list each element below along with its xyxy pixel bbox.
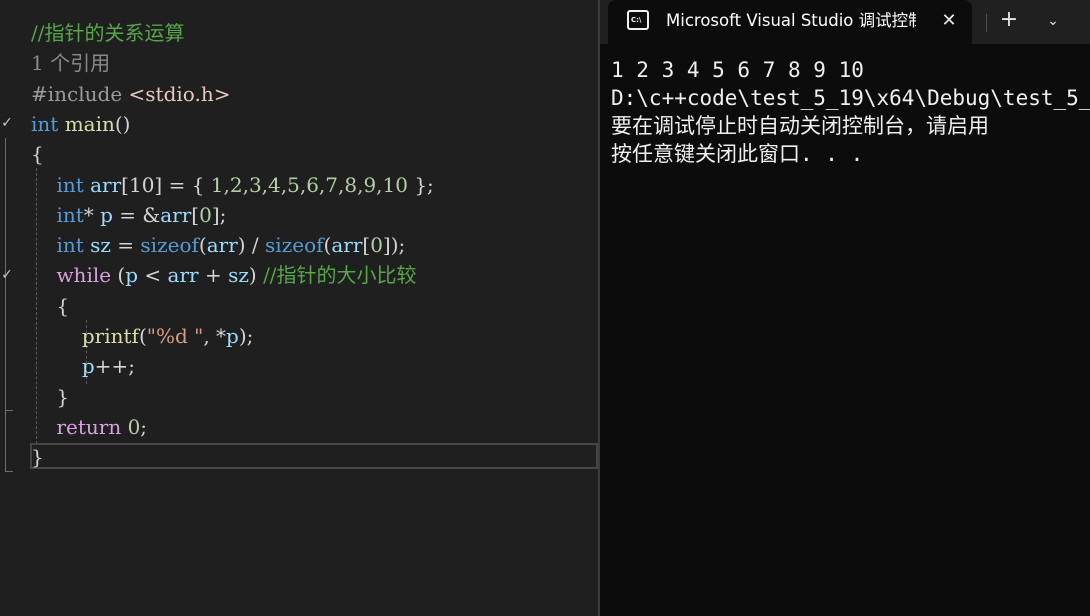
console-output-line: 要在调试停止时自动关闭控制台，请启用: [611, 114, 989, 138]
code-token: ];: [211, 202, 227, 227]
code-token: , *: [203, 324, 227, 348]
code-token: (: [138, 324, 147, 348]
code-token: };: [407, 172, 434, 197]
fold-region-line: [5, 138, 6, 472]
code-token: p: [125, 263, 139, 288]
code-line[interactable]: //指针的关系运算: [31, 18, 598, 48]
code-token: p: [100, 202, 113, 227]
code-token: ]);: [382, 233, 406, 258]
code-token: arr: [206, 233, 238, 258]
code-token: }: [31, 384, 70, 409]
code-line[interactable]: while (p < arr + sz) //指针的大小比较: [31, 260, 598, 290]
console-output-line: D:\c++code\test_5_19\x64\Debug\test_5_19…: [611, 86, 1090, 110]
code-line[interactable]: printf("%d ", *p);: [31, 321, 598, 351]
code-token: (: [111, 263, 126, 288]
code-token: arr: [167, 263, 199, 288]
code-token: main: [64, 111, 115, 136]
code-token: 1 个引用: [31, 51, 111, 76]
code-token: sz: [90, 233, 111, 258]
code-line[interactable]: int main(): [31, 109, 598, 139]
code-token: while: [56, 263, 112, 288]
new-tab-button[interactable]: +: [992, 6, 1026, 36]
code-token: arr: [160, 202, 192, 227]
code-token: (: [198, 233, 207, 258]
code-line[interactable]: }: [31, 442, 598, 472]
code-token: sizeof: [140, 233, 199, 258]
code-line[interactable]: p++;: [31, 351, 598, 381]
code-token: "%d ": [146, 324, 204, 348]
fold-region-end: [5, 471, 13, 472]
code-token: int: [56, 233, 84, 258]
code-line[interactable]: int arr[10] = { 1,2,3,4,5,6,7,8,9,10 };: [31, 170, 598, 200]
code-line[interactable]: }: [31, 382, 598, 412]
code-line[interactable]: 1 个引用: [31, 48, 598, 78]
code-token: {: [31, 293, 70, 318]
console-tab[interactable]: C:\ Microsoft Visual Studio 调试控制台 ✕: [608, 0, 972, 44]
code-line[interactable]: {: [31, 291, 598, 321]
code-line[interactable]: #include <stdio.h>: [31, 79, 598, 109]
code-token: ;: [140, 414, 148, 439]
code-token: {: [31, 142, 44, 167]
code-token: p: [81, 354, 95, 379]
console-output-line: 1 2 3 4 5 6 7 8 9 10: [611, 58, 864, 82]
fold-region-end: [5, 410, 13, 411]
code-token: 1,2,3,4,5,6,7,8,9,10: [210, 172, 408, 197]
code-token: =: [110, 233, 141, 258]
code-token: arr: [90, 172, 122, 197]
code-token: = &: [112, 202, 161, 227]
code-token: <: [138, 263, 168, 288]
code-token: arr: [331, 233, 363, 258]
code-token: +: [198, 263, 229, 288]
code-token: 0: [127, 414, 141, 439]
code-token: ): [248, 263, 264, 288]
code-line[interactable]: int sz = sizeof(arr) / sizeof(arr[0]);: [31, 230, 598, 260]
tab-bar: C:\ Microsoft Visual Studio 调试控制台 ✕ + ⌄: [600, 0, 1090, 44]
code-token: #include: [31, 81, 129, 106]
code-token: sz: [228, 263, 249, 288]
code-token: );: [238, 324, 254, 348]
code-token: (): [114, 111, 131, 136]
tab-separator: [986, 14, 987, 32]
console-output-line: 按任意键关闭此窗口. . .: [611, 142, 864, 166]
code-token: }: [31, 445, 44, 470]
close-icon[interactable]: ✕: [934, 6, 964, 36]
code-editor[interactable]: ✓ ✓ //指针的关系运算 1 个引用 #include <stdio.h> int …: [0, 0, 598, 616]
code-line[interactable]: {: [31, 139, 598, 169]
code-token: [10] = {: [121, 172, 211, 197]
code-line[interactable]: int* p = &arr[0];: [31, 200, 598, 230]
chevron-down-icon[interactable]: ⌄: [1036, 6, 1070, 36]
code-token: 0: [370, 233, 383, 258]
code-token: //指针的大小比较: [263, 263, 417, 288]
code-line[interactable]: return 0;: [31, 412, 598, 442]
debug-console-window[interactable]: C:\ Microsoft Visual Studio 调试控制台 ✕ + ⌄ …: [600, 0, 1090, 616]
code-token: ++;: [94, 354, 135, 379]
code-token: <stdio.h>: [128, 81, 231, 106]
code-token: *: [83, 202, 101, 227]
code-token: [: [191, 202, 200, 227]
code-token: 0: [199, 202, 212, 227]
tab-title: Microsoft Visual Studio 调试控制台: [666, 11, 916, 30]
code-token: sizeof: [265, 233, 324, 258]
code-token: int: [56, 202, 84, 227]
code-token: ) /: [237, 233, 266, 258]
fold-toggle-icon[interactable]: ✓: [0, 108, 14, 138]
fold-toggle-icon[interactable]: ✓: [0, 260, 14, 290]
code-token: int: [31, 111, 59, 136]
console-icon: C:\: [627, 10, 649, 30]
code-token: p: [226, 324, 239, 348]
code-token: //指针的关系运算: [31, 21, 185, 45]
code-token: return: [56, 414, 122, 439]
code-token: int: [56, 172, 84, 197]
code-token: printf: [81, 324, 139, 348]
